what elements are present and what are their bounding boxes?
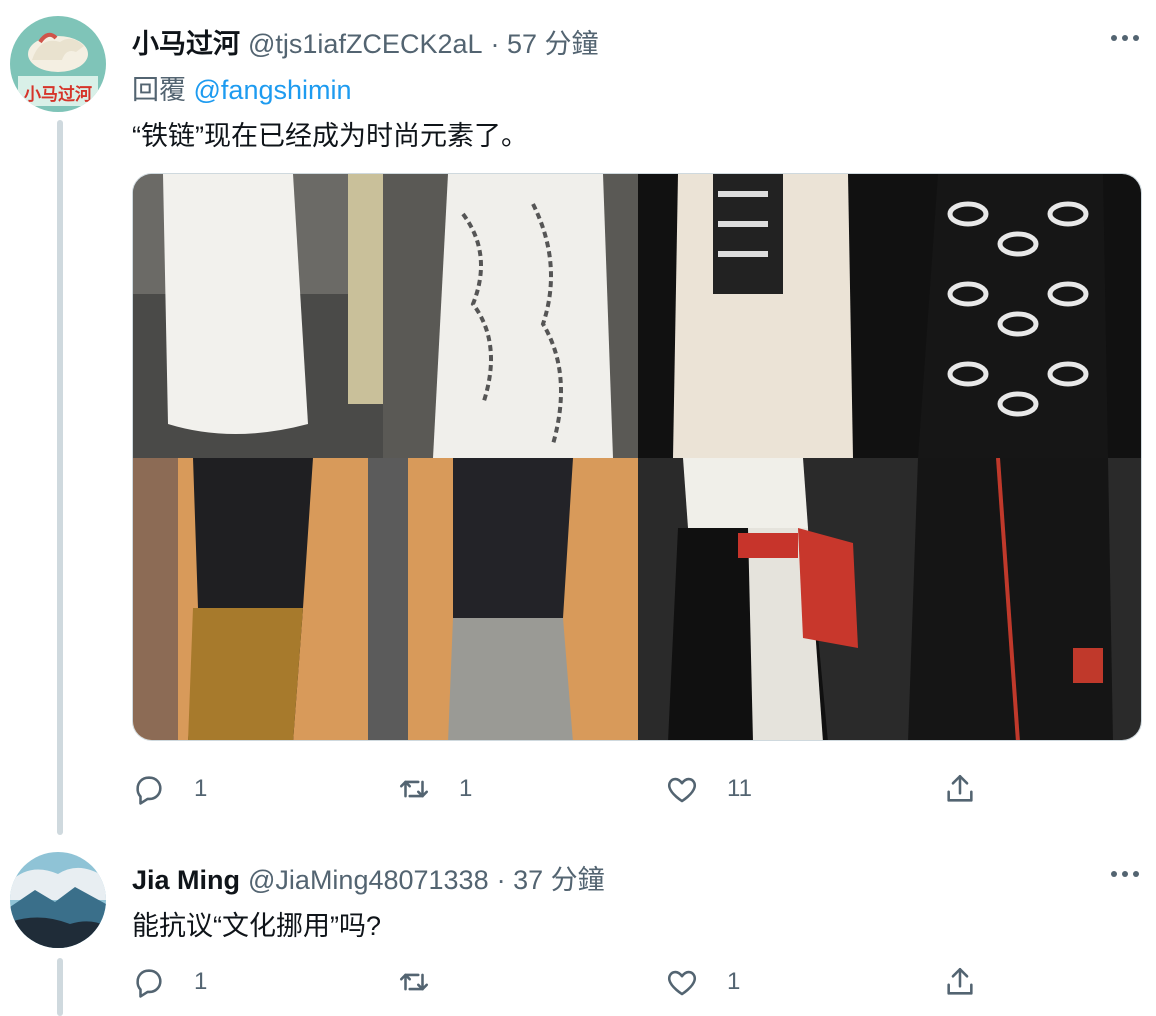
share-icon bbox=[947, 967, 973, 995]
timestamp[interactable]: · 37 分鐘 bbox=[497, 858, 605, 897]
reply-mention-link[interactable]: @fangshimin bbox=[194, 75, 352, 105]
retweet-button[interactable] bbox=[397, 962, 459, 1002]
like-button[interactable]: 1 bbox=[665, 962, 740, 1002]
thread-line bbox=[57, 958, 63, 1016]
retweet-button[interactable]: 1 bbox=[397, 769, 472, 809]
like-count: 11 bbox=[727, 775, 752, 802]
tweet-actions: 1 1 bbox=[132, 962, 992, 1002]
tweet-text: 能抗议“文化挪用”吗? bbox=[132, 911, 381, 941]
reply-button[interactable]: 1 bbox=[132, 962, 207, 1002]
reply-context: 回覆 @fangshimin bbox=[132, 68, 352, 107]
reply-icon bbox=[136, 969, 162, 998]
reply-prefix: 回覆 bbox=[132, 75, 186, 105]
retweet-icon bbox=[399, 973, 429, 991]
like-button[interactable]: 11 bbox=[665, 769, 752, 809]
share-button[interactable] bbox=[943, 769, 977, 809]
media-photo[interactable] bbox=[638, 458, 1141, 740]
media-photo[interactable] bbox=[638, 174, 1141, 458]
more-icon[interactable] bbox=[1108, 864, 1142, 884]
media-photo[interactable] bbox=[133, 458, 638, 740]
handle[interactable]: @JiaMing48071338 bbox=[248, 865, 489, 896]
reply-icon bbox=[136, 776, 162, 805]
timestamp[interactable]: · 57 分鐘 bbox=[491, 22, 599, 61]
reply-button[interactable]: 1 bbox=[132, 769, 207, 809]
like-count: 1 bbox=[727, 968, 741, 995]
like-icon bbox=[667, 777, 697, 803]
reply-count: 1 bbox=[194, 775, 208, 802]
retweet-icon bbox=[399, 780, 429, 798]
avatar-logo-text: 小马过河 bbox=[24, 85, 92, 105]
display-name[interactable]: 小马过河 bbox=[132, 22, 240, 61]
avatar[interactable]: 小马过河 bbox=[10, 16, 106, 112]
retweet-count: 1 bbox=[459, 775, 473, 802]
display-name[interactable]: Jia Ming bbox=[132, 865, 240, 896]
reply-count: 1 bbox=[194, 968, 208, 995]
tweet-header: 小马过河 @tjs1iafZCECK2aL · 57 分鐘 bbox=[132, 22, 599, 61]
more-icon[interactable] bbox=[1108, 28, 1142, 48]
media-grid bbox=[132, 173, 1142, 741]
share-button[interactable] bbox=[943, 962, 977, 1002]
tweet-text: “铁链”现在已经成为时尚元素了。 bbox=[132, 121, 528, 151]
tweet-actions: 1 1 11 bbox=[132, 769, 992, 809]
media-photo[interactable] bbox=[133, 174, 638, 458]
like-icon bbox=[667, 970, 697, 996]
share-icon bbox=[947, 774, 973, 802]
thread-line bbox=[57, 120, 63, 835]
tweet-header: Jia Ming @JiaMing48071338 · 37 分鐘 bbox=[132, 858, 605, 897]
avatar[interactable] bbox=[10, 852, 106, 948]
handle[interactable]: @tjs1iafZCECK2aL bbox=[248, 29, 483, 60]
